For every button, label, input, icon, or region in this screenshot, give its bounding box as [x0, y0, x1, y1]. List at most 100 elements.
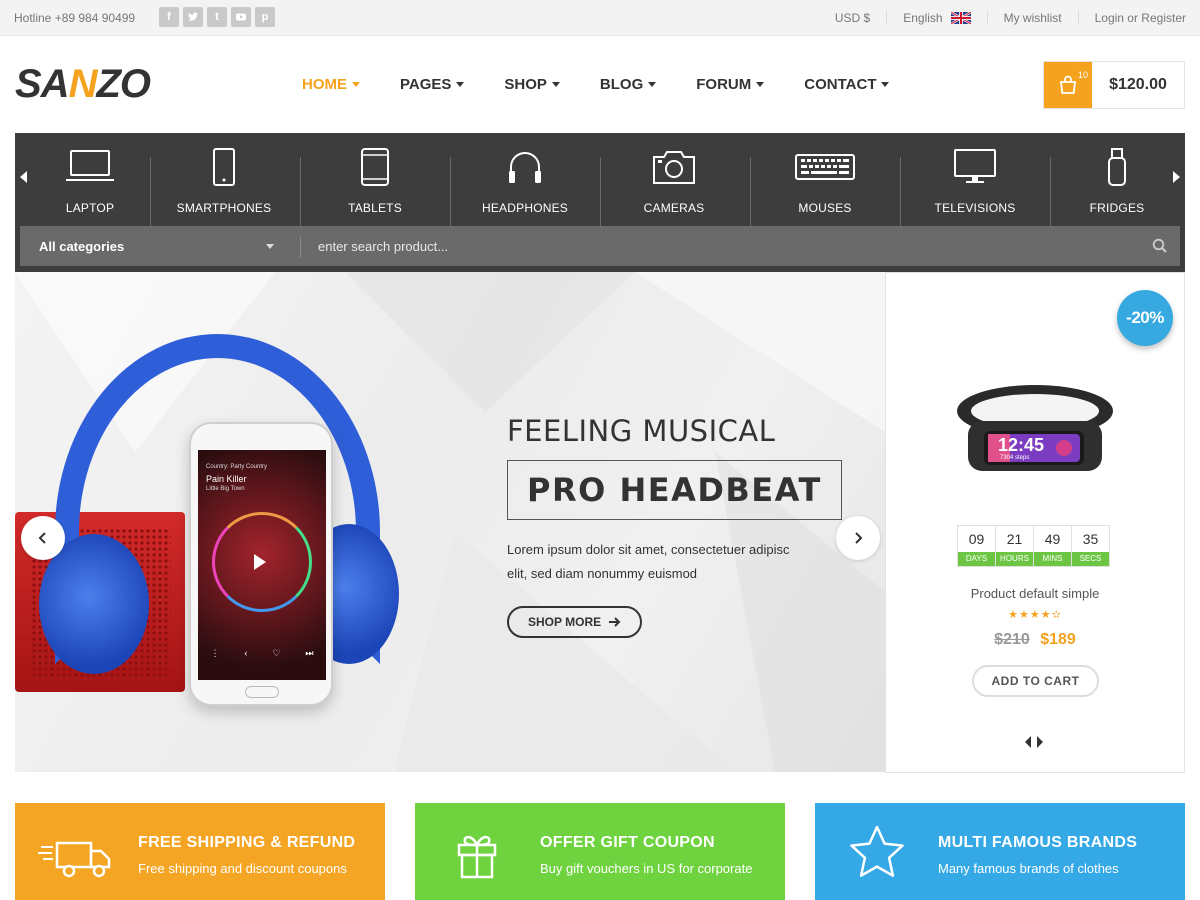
caret-down-icon [352, 82, 360, 87]
nav-pages[interactable]: PAGES [400, 76, 465, 93]
category-label: HEADPHONES [481, 201, 569, 215]
feature-description: Buy gift vouchers in US for corporate [540, 861, 753, 876]
keyboard-icon [795, 154, 855, 180]
search-divider [300, 236, 301, 258]
login-register-link[interactable]: Login or Register [1077, 11, 1186, 25]
feature-title: OFFER GIFT COUPON [540, 834, 715, 851]
chevron-right-icon [855, 532, 863, 544]
nav-shop[interactable]: SHOP [504, 76, 560, 93]
language-selector[interactable]: English [886, 11, 986, 25]
hero-title: PRO HEADBEAT [507, 460, 842, 520]
category-smartphones[interactable]: SMARTPHONES [149, 145, 299, 217]
category-select-value: All categories [39, 238, 125, 254]
feature-description: Free shipping and discount coupons [138, 861, 347, 876]
deal-next-arrow-icon[interactable] [1037, 736, 1043, 748]
smartphone-image: Country: Party Country Pain Killer Littl… [189, 422, 333, 706]
caret-down-icon [881, 82, 890, 87]
sale-price: $189 [1040, 631, 1076, 648]
slider-prev-button[interactable] [21, 516, 65, 560]
usb-drive-icon [1108, 148, 1126, 186]
login-label: Login or Register [1094, 11, 1186, 25]
category-label: CAMERAS [643, 201, 705, 215]
countdown-label: MINS [1034, 552, 1071, 566]
shop-more-button[interactable]: SHOP MORE [507, 606, 643, 638]
twitter-icon[interactable] [183, 7, 203, 27]
social-links: f t p [159, 7, 275, 27]
share-icon: ‹ [244, 648, 248, 658]
nav-forum-label: FORUM [696, 76, 752, 93]
feature-description: Many famous brands of clothes [938, 861, 1119, 876]
deal-prev-arrow-icon[interactable] [1025, 736, 1031, 748]
monitor-icon [954, 149, 996, 183]
tablet-icon [361, 148, 389, 186]
uk-flag-icon [950, 12, 971, 24]
countdown-mins: 49 MINS [1033, 525, 1072, 567]
nav-contact[interactable]: CONTACT [804, 76, 890, 93]
product-name-link[interactable]: Product default simple [886, 586, 1184, 601]
category-label: MOUSES [798, 201, 852, 215]
discount-badge: -20% [1117, 290, 1173, 346]
search-icon[interactable] [1152, 238, 1168, 254]
category-cameras[interactable]: CAMERAS [599, 145, 749, 217]
category-fridges[interactable]: FRIDGES [1042, 145, 1192, 217]
pinterest-icon[interactable]: p [255, 7, 275, 27]
category-label: SMARTPHONES [176, 201, 272, 215]
category-label: TELEVISIONS [934, 201, 1016, 215]
play-icon [254, 554, 266, 570]
arrow-right-icon [609, 617, 621, 627]
deal-navigation [1025, 736, 1043, 748]
nav-forum[interactable]: FORUM [696, 76, 765, 93]
countdown-timer: 09 DAYS 21 HOURS 49 MINS 35 SECS [957, 525, 1110, 567]
category-tablets[interactable]: TABLETS [300, 145, 450, 217]
headphones-icon [509, 152, 541, 183]
logo-text-start: SA [15, 62, 70, 106]
category-laptop[interactable]: LAPTOP [15, 145, 165, 217]
slider-next-button[interactable] [836, 516, 880, 560]
currency-label: USD $ [834, 11, 871, 25]
watch-steps-text: 7304 steps [1000, 455, 1030, 461]
youtube-icon[interactable] [231, 7, 251, 27]
nav-blog[interactable]: BLOG [600, 76, 657, 93]
heart-icon: ♡ [272, 648, 281, 658]
category-televisions[interactable]: TELEVISIONS [900, 145, 1050, 217]
nav-home[interactable]: HOME [302, 76, 360, 93]
feature-famous-brands[interactable]: MULTI FAMOUS BRANDS Many famous brands o… [815, 803, 1185, 900]
gift-icon [457, 835, 497, 879]
countdown-secs: 35 SECS [1071, 525, 1110, 567]
category-mouses[interactable]: MOUSES [750, 145, 900, 217]
tumblr-icon[interactable]: t [207, 7, 227, 27]
product-prices: $210 $189 [886, 631, 1184, 649]
countdown-value: 35 [1082, 531, 1099, 547]
facebook-icon[interactable]: f [159, 7, 179, 27]
feature-gift-coupon[interactable]: OFFER GIFT COUPON Buy gift vouchers in U… [415, 803, 785, 900]
main-navigation: HOME PAGES SHOP BLOG FORUM CONTACT [302, 76, 929, 93]
category-label: TABLETS [348, 201, 402, 215]
star-rating-icon: ★★★★✫ [1008, 609, 1062, 621]
phone-controls: ⋮ ‹ ♡ ⏭ [198, 648, 326, 659]
phone-home-button [245, 686, 279, 698]
phone-screen: Country: Party Country Pain Killer Littl… [198, 450, 326, 680]
watch-time-text: 12:45 [998, 435, 1045, 455]
phone-song-text: Pain Killer [206, 474, 247, 484]
add-to-cart-button[interactable]: ADD TO CART [972, 665, 1099, 697]
laptop-icon [66, 150, 114, 181]
phone-album-text: Little Big Town [206, 486, 245, 492]
nav-pages-label: PAGES [400, 76, 452, 93]
top-bar: Hotline +89 984 90499 f t p USD $ Englis… [0, 0, 1200, 36]
countdown-label: HOURS [996, 552, 1033, 566]
category-select[interactable]: All categories [20, 226, 300, 266]
shopping-bag-icon: 10 [1044, 62, 1092, 108]
category-headphones[interactable]: HEADPHONES [450, 145, 600, 217]
currency-selector[interactable]: USD $ [819, 11, 886, 25]
search-input[interactable] [318, 226, 1138, 266]
feature-free-shipping[interactable]: FREE SHIPPING & REFUND Free shipping and… [15, 803, 385, 900]
cart-total: $120.00 [1109, 76, 1167, 93]
product-image-fitness-band[interactable] [954, 381, 1116, 473]
cart-button[interactable]: 10 $120.00 [1043, 61, 1185, 109]
delivery-truck-icon [38, 841, 111, 878]
caret-down-icon [648, 82, 657, 87]
skip-icon: ⏭ [305, 648, 314, 658]
feature-title: FREE SHIPPING & REFUND [138, 834, 356, 851]
wishlist-link[interactable]: My wishlist [986, 11, 1078, 25]
site-logo[interactable]: SANZO [15, 62, 151, 106]
